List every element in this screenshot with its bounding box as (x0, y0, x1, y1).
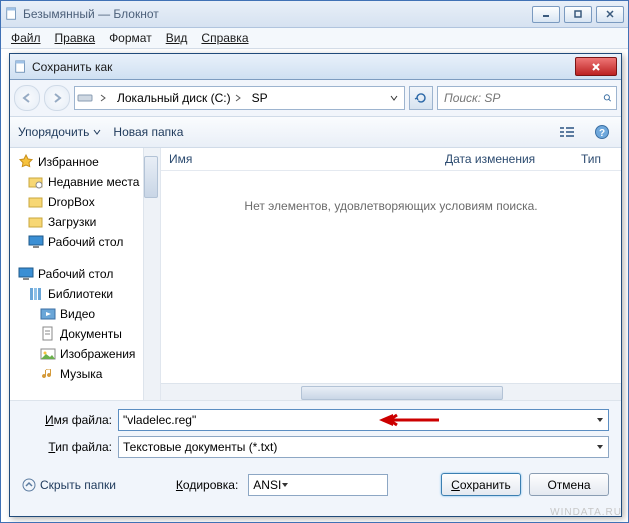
tree-documents[interactable]: Документы (10, 324, 160, 344)
search-box[interactable] (437, 86, 617, 110)
hide-folders-button[interactable]: Скрыть папки (22, 478, 116, 492)
new-folder-button[interactable]: Новая папка (113, 125, 183, 139)
tree-favorites[interactable]: Избранное (10, 152, 160, 172)
menu-help[interactable]: Справка (195, 29, 254, 47)
desktop-icon (18, 266, 34, 282)
folder-icon (28, 214, 44, 230)
toolbar: Упорядочить Новая папка ? (10, 116, 621, 148)
form-area: Имя файла: "vladelec.reg" Тип файла: Тек… (10, 400, 621, 467)
tree-pictures[interactable]: Изображения (10, 344, 160, 364)
pictures-icon (40, 346, 56, 362)
recent-icon (28, 174, 44, 190)
dialog-footer: Скрыть папки Кодировка: ANSI Сохранить О… (10, 467, 621, 506)
h-scroll-thumb[interactable] (301, 386, 503, 400)
tree-scroll-thumb[interactable] (144, 156, 158, 198)
col-date[interactable]: Дата изменения (437, 152, 573, 166)
col-name[interactable]: Имя (161, 152, 437, 166)
col-type[interactable]: Тип (573, 152, 609, 166)
dialog-icon (14, 60, 28, 74)
libraries-icon (28, 286, 44, 302)
music-icon (40, 366, 56, 382)
empty-message: Нет элементов, удовлетворяющих условиям … (161, 199, 621, 213)
breadcrumb-folder[interactable]: SP (248, 91, 272, 105)
encoding-field[interactable]: ANSI (248, 474, 388, 496)
search-input[interactable] (442, 90, 603, 106)
organize-button[interactable]: Упорядочить (18, 125, 101, 139)
minimize-button[interactable] (532, 6, 560, 23)
dialog-title-text: Сохранить как (32, 60, 575, 74)
menu-format[interactable]: Формат (103, 29, 158, 47)
documents-icon (40, 326, 56, 342)
filetype-label: Тип файла: (22, 440, 112, 454)
notepad-window: Безымянный — Блокнот Файл Правка Формат … (0, 0, 629, 523)
drive-icon (77, 90, 93, 106)
svg-text:?: ? (599, 128, 605, 139)
menu-bar: Файл Правка Формат Вид Справка (1, 28, 628, 49)
breadcrumb-sep[interactable] (95, 94, 111, 102)
save-as-dialog: Сохранить как Локальный диск (C:) SP (9, 53, 622, 517)
tree-recent[interactable]: Недавние места (10, 172, 160, 192)
desktop-icon (28, 234, 44, 250)
video-icon (40, 306, 56, 322)
encoding-label: Кодировка: (176, 478, 238, 492)
filename-label: Имя файла: (22, 413, 112, 427)
encoding-dropdown[interactable] (281, 478, 289, 492)
body-row: Избранное Недавние места DropBox Загрузк… (10, 148, 621, 400)
notepad-icon (5, 7, 19, 21)
menu-file[interactable]: Файл (5, 29, 47, 47)
encoding-value: ANSI (253, 478, 281, 492)
search-icon (603, 91, 612, 105)
filetype-dropdown[interactable] (592, 437, 608, 457)
tree-desktop-root[interactable]: Рабочий стол (10, 264, 160, 284)
breadcrumb-drive[interactable]: Локальный диск (C:) (113, 91, 246, 105)
filename-value: "vladelec.reg" (123, 413, 196, 427)
breadcrumb-dropdown[interactable] (386, 94, 402, 102)
filetype-field[interactable]: Текстовые документы (*.txt) (118, 436, 609, 458)
menu-view[interactable]: Вид (160, 29, 194, 47)
tree-desktop[interactable]: Рабочий стол (10, 232, 160, 252)
notepad-titlebar: Безымянный — Блокнот (1, 1, 628, 28)
filename-field[interactable]: "vladelec.reg" (118, 409, 609, 431)
dialog-close-button[interactable] (575, 57, 617, 76)
tree-scrollbar[interactable] (143, 148, 160, 400)
tree-dropbox[interactable]: DropBox (10, 192, 160, 212)
nav-back-button[interactable] (14, 85, 40, 111)
dialog-titlebar: Сохранить как (10, 54, 621, 80)
tree-video[interactable]: Видео (10, 304, 160, 324)
save-button[interactable]: Сохранить (441, 473, 521, 496)
tree-music[interactable]: Музыка (10, 364, 160, 384)
horizontal-scrollbar[interactable] (161, 383, 621, 400)
star-icon (18, 154, 34, 170)
chevron-down-icon (93, 128, 101, 136)
filetype-value: Текстовые документы (*.txt) (123, 440, 277, 454)
nav-forward-button[interactable] (44, 85, 70, 111)
tree-downloads[interactable]: Загрузки (10, 212, 160, 232)
address-bar[interactable]: Локальный диск (C:) SP (74, 86, 405, 110)
tree-libraries[interactable]: Библиотеки (10, 284, 160, 304)
close-button[interactable] (596, 6, 624, 23)
nav-row: Локальный диск (C:) SP (10, 80, 621, 116)
maximize-button[interactable] (564, 6, 592, 23)
help-button[interactable]: ? (591, 121, 613, 143)
window-buttons (532, 6, 624, 23)
annotation-arrow-icon (379, 411, 439, 429)
menu-edit[interactable]: Правка (49, 29, 102, 47)
chevron-up-icon (22, 478, 36, 492)
filename-dropdown[interactable] (592, 410, 608, 430)
notepad-title-text: Безымянный — Блокнот (23, 7, 532, 21)
file-list[interactable]: Имя Дата изменения Тип Нет элементов, уд… (161, 148, 621, 400)
refresh-button[interactable] (409, 86, 433, 110)
cancel-button[interactable]: Отмена (529, 473, 609, 496)
view-options-button[interactable] (557, 121, 579, 143)
nav-tree[interactable]: Избранное Недавние места DropBox Загрузк… (10, 148, 161, 400)
folder-icon (28, 194, 44, 210)
list-header: Имя Дата изменения Тип (161, 148, 621, 171)
